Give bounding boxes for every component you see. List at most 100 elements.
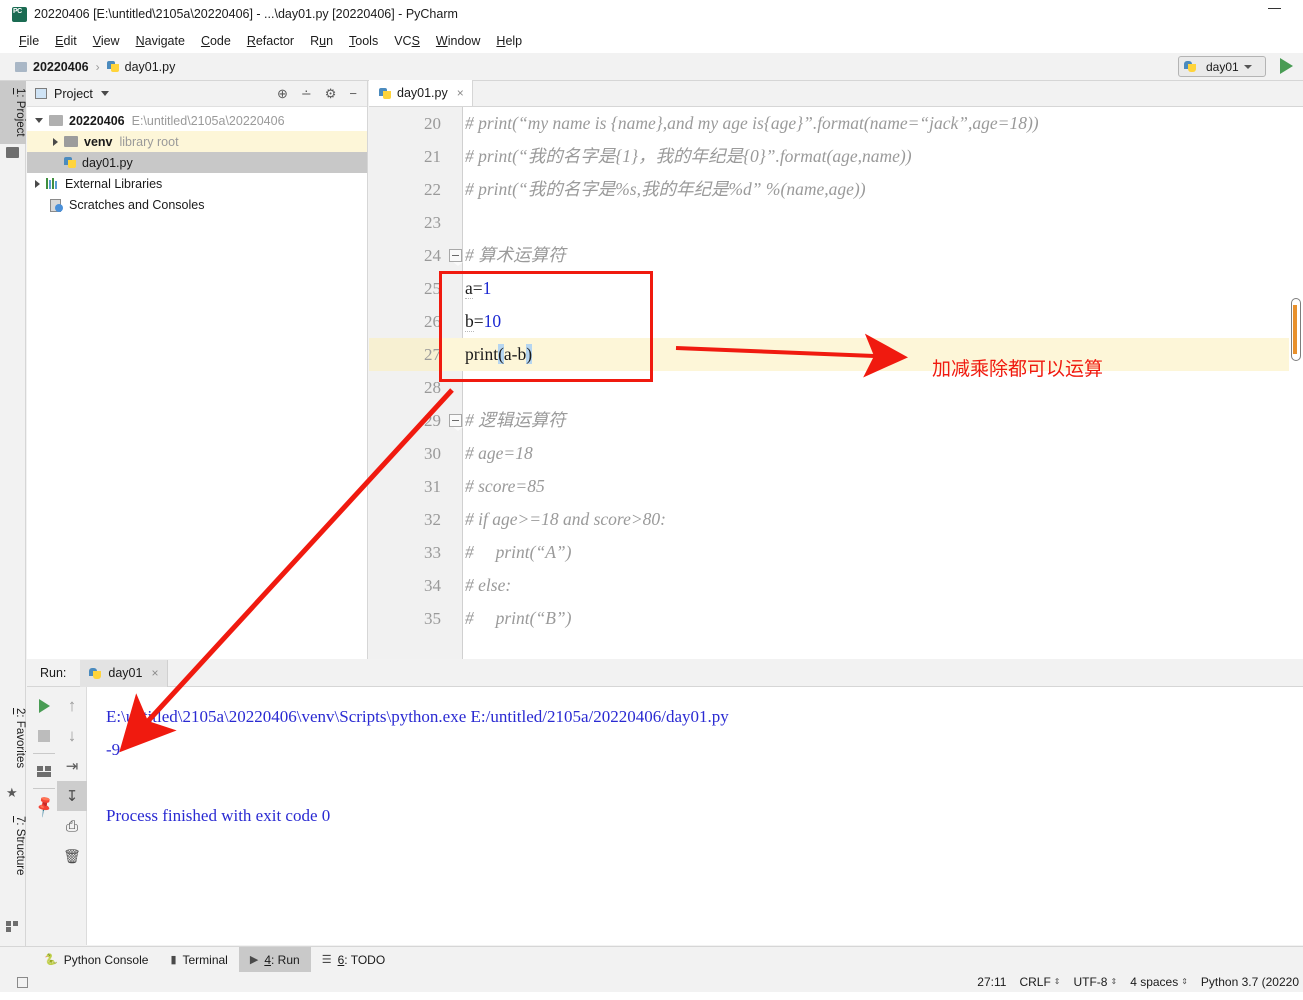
menu-run[interactable]: Run — [302, 32, 341, 50]
gear-icon[interactable]: ⚙ — [325, 87, 337, 100]
stop-button[interactable] — [29, 721, 59, 751]
down-arrow-icon: ↓ — [67, 726, 77, 745]
menu-help[interactable]: Help — [488, 32, 530, 50]
code-line[interactable]: 22 # print(“我的名字是%s,我的年纪是%d” %(name,age)… — [369, 173, 1303, 206]
breadcrumb-file[interactable]: day01.py — [125, 60, 176, 74]
close-icon[interactable]: × — [151, 666, 158, 680]
breadcrumb-project[interactable]: 20220406 — [33, 60, 89, 74]
code-line[interactable]: 31 # score=85 — [369, 470, 1303, 503]
collapse-all-icon[interactable]: ∸ — [301, 87, 312, 100]
libraries-icon — [46, 178, 59, 189]
run-button[interactable] — [1280, 58, 1293, 74]
bottom-tab-run[interactable]: ▶ 4: Run — [238, 946, 311, 973]
code-text: # 算术运算符 — [465, 245, 566, 265]
menu-navigate[interactable]: Navigate — [128, 32, 193, 50]
menu-window[interactable]: Window — [428, 32, 488, 50]
status-indent-label: 4 spaces — [1130, 975, 1179, 989]
code-line[interactable]: 20 # print(“my name is {name},and my age… — [369, 107, 1303, 140]
hide-icon[interactable]: − — [349, 87, 357, 100]
chevron-right-icon[interactable] — [35, 179, 40, 188]
code-line[interactable]: 32 # if age>=18 and score>80: — [369, 503, 1303, 536]
minimize-icon[interactable] — [1268, 8, 1281, 9]
soft-wrap-button[interactable]: ⇥ — [57, 751, 87, 781]
sidebar-tab-structure[interactable]: 7: Structure — [0, 809, 26, 882]
code-line[interactable]: 29 # 逻辑运算符 — [369, 404, 1303, 437]
folder-icon — [49, 115, 63, 126]
bottom-tab-terminal[interactable]: ▮ Terminal — [159, 947, 238, 973]
run-tab-day01[interactable]: day01 × — [80, 659, 169, 687]
print-button[interactable]: ⎙ — [57, 811, 87, 841]
menu-vcs[interactable]: VCS — [386, 32, 428, 50]
code-line[interactable]: 26 b=10 — [369, 305, 1303, 338]
line-number: 24 — [424, 246, 441, 265]
code-line[interactable]: 24 # 算术运算符 — [369, 239, 1303, 272]
code-number: 10 — [483, 311, 502, 331]
code-line[interactable]: 25 a=1 — [369, 272, 1303, 305]
sidebar-tab-favorites[interactable]: 2: Favorites — [0, 701, 26, 775]
code-line-current[interactable]: 27 print(a-b) — [369, 338, 1303, 371]
rerun-button[interactable] — [29, 691, 59, 721]
tree-item-external-libraries[interactable]: External Libraries — [27, 173, 367, 194]
run-tool-window: Run: day01 × 📌 ↑ ↓ ⇥ ↧ ⎙ 🗑 E:\untitled\2… — [27, 659, 1303, 945]
title-bar: 20220406 [E:\untitled\2105a\20220406] - … — [0, 0, 1303, 28]
line-number: 22 — [424, 180, 441, 199]
code-text: # print(“我的名字是{1}，我的年纪是{0}”.format(age,n… — [465, 146, 912, 166]
status-interpreter[interactable]: Python 3.7 (20220 — [1201, 975, 1299, 989]
tree-item-label: day01.py — [82, 155, 133, 170]
code-line[interactable]: 30 # age=18 — [369, 437, 1303, 470]
tree-item-project-root[interactable]: 20220406 E:\untitled\2105a\20220406 — [27, 110, 367, 131]
code-line[interactable]: 28 — [369, 371, 1303, 404]
fold-marker-icon[interactable] — [449, 249, 463, 266]
status-indent[interactable]: 4 spaces ⇕ — [1130, 975, 1188, 989]
menu-code[interactable]: Code — [193, 32, 239, 50]
line-number: 31 — [424, 477, 441, 496]
menu-edit[interactable]: Edit — [47, 32, 85, 50]
code-text: a=1 — [465, 272, 491, 305]
chevron-down-icon[interactable] — [100, 91, 109, 96]
editor-scrollbar[interactable] — [1289, 133, 1303, 659]
menu-refactor[interactable]: Refactor — [239, 32, 302, 50]
tree-item-venv[interactable]: venv library root — [27, 131, 367, 152]
sidebar-tab-project[interactable]: 1: Project — [0, 81, 26, 144]
code-editor[interactable]: 20 # print(“my name is {name},and my age… — [369, 107, 1303, 659]
menu-tools[interactable]: Tools — [341, 32, 386, 50]
menu-view[interactable]: View — [85, 32, 128, 50]
status-encoding[interactable]: UTF-8 ⇕ — [1073, 975, 1117, 989]
scroll-up-button[interactable]: ↑ — [57, 691, 87, 721]
code-line[interactable]: 35 # print(“B”) — [369, 602, 1303, 635]
status-caret-position[interactable]: 27:11 — [977, 975, 1006, 989]
bottom-tab-todo[interactable]: ☰ 6: TODO — [311, 947, 396, 973]
bottom-tab-python-console[interactable]: 🐍 Python Console — [33, 947, 159, 973]
chevron-right-icon[interactable] — [53, 137, 58, 146]
clear-button[interactable]: 🗑 — [57, 841, 87, 871]
editor-tab-day01[interactable]: day01.py × — [369, 80, 473, 106]
pin-button[interactable]: 📌 — [29, 791, 59, 821]
close-icon[interactable]: × — [457, 86, 464, 100]
status-line-separator-label: CRLF — [1019, 975, 1051, 989]
code-line[interactable]: 23 — [369, 206, 1303, 239]
layout-button[interactable] — [29, 756, 59, 786]
menu-file[interactable]: File — [11, 32, 47, 50]
scroll-down-button[interactable]: ↓ — [57, 721, 87, 751]
line-number: 29 — [424, 411, 441, 430]
star-icon: ★ — [6, 785, 18, 800]
code-line[interactable]: 21 # print(“我的名字是{1}，我的年纪是{0}”.format(ag… — [369, 140, 1303, 173]
code-text: # age=18 — [465, 443, 533, 463]
tree-item-scratches[interactable]: Scratches and Consoles — [27, 194, 367, 215]
run-console-output[interactable]: E:\untitled\2105a\20220406\venv\Scripts\… — [88, 687, 1303, 945]
status-line-separator[interactable]: CRLF ⇕ — [1019, 975, 1060, 989]
code-text: print(a-b) — [465, 338, 533, 371]
run-configuration-selector[interactable]: day01 — [1178, 56, 1266, 77]
scroll-to-end-button[interactable]: ↧ — [57, 781, 87, 811]
code-line[interactable]: 33 # print(“A”) — [369, 536, 1303, 569]
chevron-down-icon[interactable] — [35, 118, 43, 123]
print-icon: ⎙ — [65, 817, 78, 835]
fold-marker-icon[interactable] — [449, 414, 463, 431]
status-indicator-icon[interactable] — [17, 976, 28, 988]
tree-item-day01[interactable]: day01.py — [27, 152, 367, 173]
locate-icon[interactable]: ⊕ — [277, 87, 288, 100]
tree-item-label: Scratches and Consoles — [69, 197, 205, 212]
terminal-icon: ▮ — [170, 954, 177, 966]
code-line[interactable]: 34 # else: — [369, 569, 1303, 602]
status-bar-right: 27:11 CRLF ⇕ UTF-8 ⇕ 4 spaces ⇕ Python 3.7 … — [977, 975, 1299, 989]
